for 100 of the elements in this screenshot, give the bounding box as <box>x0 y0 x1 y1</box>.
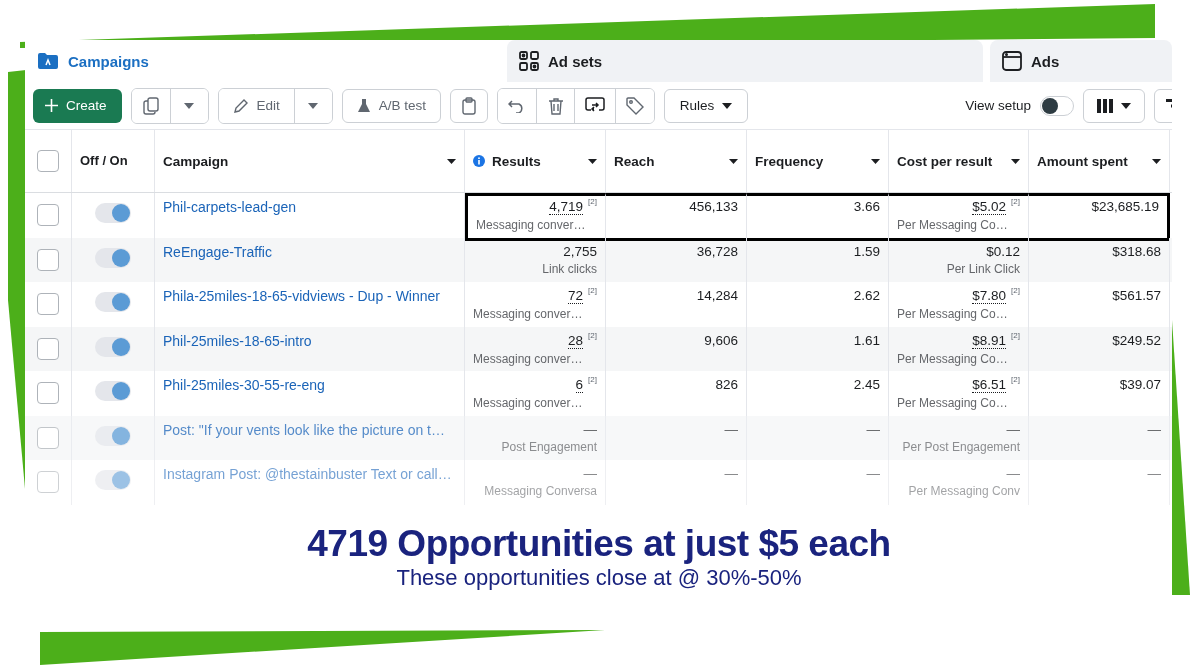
footnote-mark: [2] <box>1011 198 1020 206</box>
result-type-label: Link clicks <box>542 261 597 276</box>
amount-value: $23,685.19 <box>1091 199 1159 214</box>
footnote-mark: [2] <box>588 376 597 384</box>
results-value: — <box>583 421 597 437</box>
results-value: 4,719 <box>549 199 584 215</box>
cost-type-label: Per Post Engagement <box>902 439 1020 454</box>
result-type-label: Messaging conver… <box>473 307 583 321</box>
cost-value: $0.12 <box>986 243 1020 259</box>
result-type-label: Messaging conver… <box>473 351 583 366</box>
cost-type-label: Per Messaging Co… <box>897 351 1008 366</box>
caret-icon <box>1121 102 1131 109</box>
tab[interactable]: Ad sets <box>507 40 983 82</box>
toggle-switch[interactable] <box>95 292 131 312</box>
columns-button[interactable] <box>1083 88 1145 123</box>
tab[interactable]: Ads <box>990 40 1172 82</box>
amount-value: — <box>1147 466 1161 481</box>
trash-icon <box>547 96 564 115</box>
row-checkbox[interactable] <box>37 204 59 226</box>
caret-icon <box>308 102 319 109</box>
clipboard-icon <box>462 96 477 115</box>
frequency-value: 3.66 <box>853 199 880 214</box>
cost-value: $5.02 <box>972 199 1007 215</box>
cost-type-label: Per Messaging Co… <box>897 307 1008 321</box>
row-checkbox[interactable] <box>37 293 59 315</box>
reach-value: — <box>724 421 738 437</box>
campaign-link[interactable]: Phila-25miles-18-65-vidviews - Dup - Winner <box>163 288 456 304</box>
campaign-link[interactable]: Phil-25miles-18-65-intro <box>163 332 456 349</box>
flask-icon <box>356 97 371 114</box>
results-value: 28 <box>568 332 584 349</box>
caret-icon <box>184 102 195 109</box>
dropdown-button[interactable] <box>169 88 208 123</box>
reach-value: 9,606 <box>704 332 738 348</box>
results-value: — <box>583 466 597 481</box>
toggle-switch[interactable] <box>95 381 131 401</box>
reach-value: 14,284 <box>696 288 738 303</box>
reach-value: — <box>724 466 738 481</box>
reach-value: 826 <box>715 377 738 392</box>
row-checkbox[interactable] <box>37 471 59 493</box>
campaign-link[interactable]: Post: "If your vents look like the picture on t… <box>163 421 456 438</box>
frequency-value: — <box>866 421 880 437</box>
rules-button[interactable]: Rules <box>664 88 749 123</box>
footnote-mark: [2] <box>588 198 597 206</box>
campaign-link[interactable]: ReEngage-Traffic <box>163 243 456 260</box>
toggle-switch[interactable] <box>95 203 131 223</box>
cost-value: — <box>1006 421 1020 437</box>
create-button[interactable]: Create <box>33 88 122 123</box>
plus-icon <box>45 99 58 112</box>
toggle-switch[interactable] <box>95 425 131 446</box>
footnote-mark: [2] <box>1011 376 1020 384</box>
select-all-checkbox[interactable] <box>37 150 59 172</box>
toggle-switch[interactable] <box>95 336 131 357</box>
ab-test-button[interactable]: A/B test <box>341 88 442 123</box>
result-type-label: Messaging conver… <box>473 396 583 410</box>
caret-icon <box>722 102 733 109</box>
column-header[interactable]: Results <box>465 130 606 192</box>
amount-value: $318.68 <box>1112 243 1161 259</box>
row-checkbox[interactable] <box>37 337 59 360</box>
row-checkbox[interactable] <box>37 382 59 404</box>
amount-value: $249.52 <box>1112 332 1161 348</box>
result-type-label: Messaging conver… <box>476 218 586 232</box>
column-header[interactable]: Campaign <box>155 130 465 192</box>
pencil-icon <box>232 97 249 114</box>
caret-icon <box>729 158 738 164</box>
row-checkbox[interactable] <box>37 248 59 271</box>
result-type-label: Post Engagement <box>501 439 597 454</box>
frequency-value: — <box>866 466 880 481</box>
dropdown-button[interactable] <box>293 88 332 123</box>
row-checkbox[interactable] <box>37 426 59 449</box>
caret-icon <box>871 158 880 164</box>
clipboard-button[interactable] <box>450 88 489 123</box>
duplicate-icon <box>142 96 159 115</box>
reach-value: 456,133 <box>689 199 738 214</box>
frequency-value: 1.61 <box>853 332 880 348</box>
frequency-value: 2.62 <box>853 288 880 303</box>
cost-value: $7.80 <box>972 288 1007 304</box>
result-type-label: Messaging Conversa <box>484 484 597 498</box>
grid-icon <box>519 51 539 71</box>
column-header[interactable]: Frequency <box>747 130 889 192</box>
caret-icon <box>1152 158 1161 164</box>
column-header[interactable]: Amount spent <box>1029 130 1170 192</box>
amount-value: — <box>1147 421 1161 437</box>
caret-icon <box>1011 158 1020 164</box>
tag-button[interactable] <box>615 88 655 123</box>
columns-icon <box>1097 98 1113 113</box>
campaign-link[interactable]: Phil-25miles-30-55-re-eng <box>163 377 456 393</box>
cost-type-label: Per Messaging Conv <box>908 484 1020 498</box>
view-setup-label: View setup <box>965 98 1031 113</box>
column-header[interactable]: Cost per result <box>889 130 1029 192</box>
campaign-link[interactable]: Phil-carpets-lead-gen <box>163 199 456 215</box>
footnote-mark: [2] <box>588 331 597 340</box>
caret-icon <box>447 158 456 164</box>
subheadline: These opportunities close at @ 30%-50% <box>396 565 802 591</box>
headline: 4719 Opportunities at just $5 each <box>307 523 891 565</box>
column-header[interactable]: Reach <box>606 130 747 192</box>
amount-value: $39.07 <box>1119 377 1161 392</box>
cost-value: $8.91 <box>972 332 1007 349</box>
caret-icon <box>588 158 597 164</box>
toggle-switch[interactable] <box>95 470 131 490</box>
toggle-switch[interactable] <box>95 247 131 268</box>
